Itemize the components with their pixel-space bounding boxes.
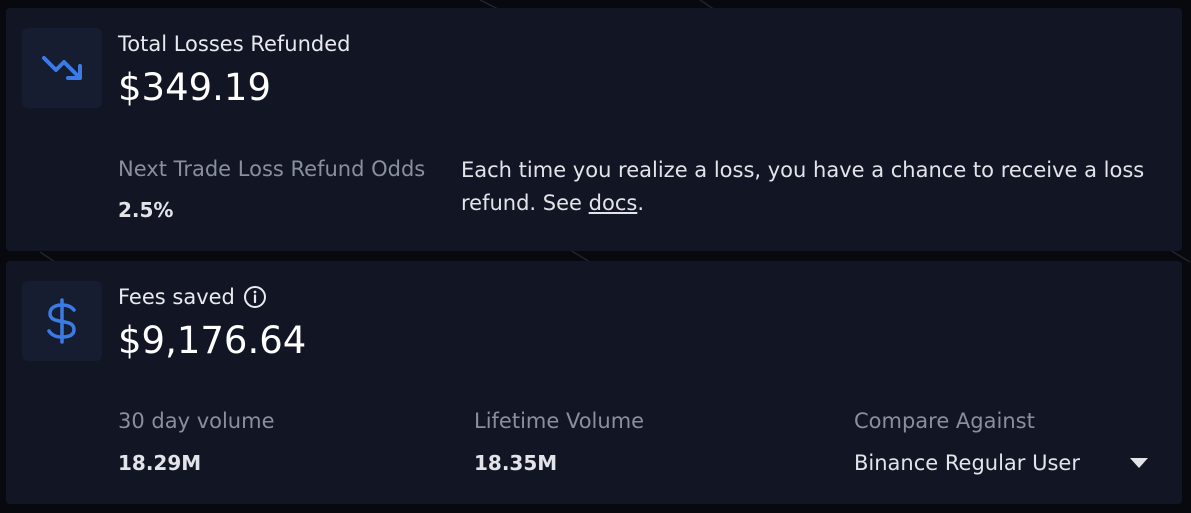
info-icon[interactable] xyxy=(243,285,267,309)
lifetime-volume-value: 18.35M xyxy=(474,451,558,475)
compare-against-select[interactable]: Binance Regular User xyxy=(854,447,1148,479)
volume-30d-label: 30 day volume xyxy=(118,409,275,433)
chevron-down-icon xyxy=(1130,458,1148,468)
volume-30d-value: 18.29M xyxy=(118,451,202,475)
refund-description-end: . xyxy=(637,191,644,215)
compare-selected-value: Binance Regular User xyxy=(854,451,1080,475)
losses-refunded-card: Total Losses Refunded $349.19 Next Trade… xyxy=(6,8,1182,251)
fees-saved-card: Fees saved $9,176.64 30 day volume 18.29… xyxy=(6,261,1182,504)
fees-value: $9,176.64 xyxy=(118,319,307,362)
compare-against-label: Compare Against xyxy=(854,409,1035,433)
trending-down-icon xyxy=(42,56,82,80)
losses-title-text: Total Losses Refunded xyxy=(118,32,351,56)
losses-icon-box xyxy=(22,28,102,108)
dollar-icon xyxy=(47,298,76,344)
fees-icon-box xyxy=(22,281,102,361)
losses-value: $349.19 xyxy=(118,66,272,109)
refund-odds-label: Next Trade Loss Refund Odds xyxy=(118,157,426,181)
docs-link[interactable]: docs xyxy=(589,191,638,215)
lifetime-volume-label: Lifetime Volume xyxy=(474,409,645,433)
fees-title-text: Fees saved xyxy=(118,285,235,309)
refund-odds-value: 2.5% xyxy=(118,198,174,222)
fees-title: Fees saved xyxy=(118,285,267,309)
refund-description-text: Each time you realize a loss, you have a… xyxy=(461,158,1145,215)
refund-description: Each time you realize a loss, you have a… xyxy=(461,154,1161,220)
losses-title: Total Losses Refunded xyxy=(118,32,350,56)
